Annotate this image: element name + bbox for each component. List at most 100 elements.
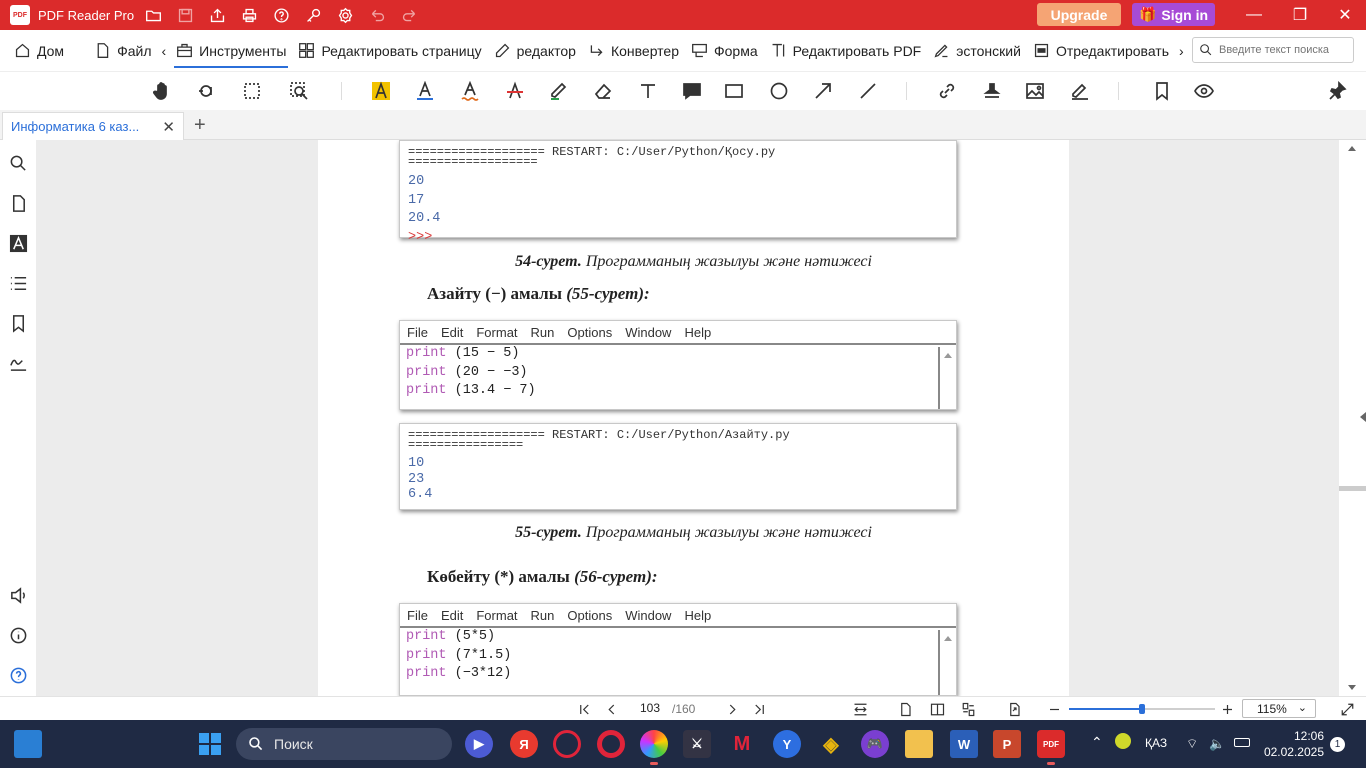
- comment-icon[interactable]: [681, 80, 703, 102]
- close-window-button[interactable]: ✕: [1322, 0, 1366, 30]
- rectangle-icon[interactable]: [723, 80, 745, 102]
- squiggly-text-icon[interactable]: [459, 80, 481, 102]
- menu-tools[interactable]: Инструменты: [170, 30, 292, 72]
- game-controller-icon[interactable]: 🎮: [861, 730, 889, 758]
- area-select-icon[interactable]: [241, 80, 263, 102]
- menu-sign[interactable]: эстонский: [927, 30, 1027, 72]
- menu-form[interactable]: Форма: [685, 30, 764, 72]
- opera-gx-icon[interactable]: [553, 730, 581, 758]
- open-folder-icon[interactable]: [144, 6, 162, 24]
- continuous-scroll-icon[interactable]: [960, 701, 976, 717]
- info-icon[interactable]: [8, 625, 28, 645]
- page-number-input[interactable]: 103: [632, 701, 668, 715]
- document-tab[interactable]: Информатика 6 каз... ✕: [2, 112, 184, 140]
- colorful-app-icon[interactable]: [640, 730, 668, 765]
- settings-icon[interactable]: [336, 6, 354, 24]
- print-icon[interactable]: [240, 6, 258, 24]
- menu-file[interactable]: Файл: [88, 30, 157, 72]
- next-page-icon[interactable]: [724, 701, 740, 717]
- underline-text-icon[interactable]: [414, 80, 436, 102]
- file-explorer-icon[interactable]: [905, 730, 933, 758]
- last-page-icon[interactable]: [751, 701, 767, 717]
- yandex-browser-icon[interactable]: Я: [510, 730, 538, 758]
- menu-edit-pdf[interactable]: Редактировать PDF: [764, 30, 928, 72]
- two-page-icon[interactable]: [929, 701, 945, 717]
- highlight-icon[interactable]: [370, 80, 392, 102]
- fit-width-icon[interactable]: [852, 701, 868, 717]
- battery-icon[interactable]: [1234, 738, 1250, 747]
- arrow-icon[interactable]: [812, 80, 834, 102]
- pen-icon[interactable]: [548, 80, 570, 102]
- upgrade-button[interactable]: Upgrade: [1037, 3, 1121, 26]
- tanks-game-icon[interactable]: ⚔: [683, 730, 711, 758]
- language-indicator[interactable]: ҚАЗ: [1145, 736, 1167, 750]
- first-page-icon[interactable]: [576, 701, 592, 717]
- select-text-icon[interactable]: [196, 80, 218, 102]
- search-input[interactable]: [1219, 44, 1349, 56]
- fonts-icon[interactable]: [8, 233, 28, 253]
- zoom-in-icon[interactable]: [1219, 701, 1235, 717]
- search-box[interactable]: [1192, 37, 1354, 63]
- chevron-right-icon[interactable]: ›: [1175, 30, 1188, 72]
- key-icon[interactable]: [304, 6, 322, 24]
- menu-redact[interactable]: Отредактировать: [1027, 30, 1175, 72]
- scroll-down-icon[interactable]: [1348, 685, 1356, 690]
- bookmark-icon[interactable]: [1151, 80, 1173, 102]
- close-tab-icon[interactable]: ✕: [162, 118, 175, 136]
- eye-icon[interactable]: [1193, 80, 1215, 102]
- mega-app-icon[interactable]: M: [728, 730, 756, 758]
- zoom-level-select[interactable]: 115% ⌄: [1242, 699, 1316, 718]
- bookmark-icon[interactable]: [8, 313, 28, 333]
- outline-icon[interactable]: [8, 273, 28, 293]
- menu-editor[interactable]: редактор: [488, 30, 582, 72]
- clock[interactable]: 12:06 02.02.2025: [1262, 728, 1324, 760]
- save-icon[interactable]: [176, 6, 194, 24]
- single-page-icon[interactable]: [897, 701, 913, 717]
- wifi-icon[interactable]: ⌔: [1186, 736, 1198, 752]
- binance-icon[interactable]: ◈: [817, 730, 845, 758]
- undo-icon[interactable]: [368, 6, 386, 24]
- help-icon[interactable]: [272, 6, 290, 24]
- vertical-scrollbar[interactable]: [1339, 140, 1366, 696]
- zoom-slider-knob[interactable]: [1139, 704, 1145, 714]
- maximize-button[interactable]: ❐: [1277, 0, 1323, 30]
- zoom-out-icon[interactable]: [1046, 701, 1062, 717]
- thumbnails-icon[interactable]: [8, 193, 28, 213]
- signatures-icon[interactable]: [8, 353, 28, 373]
- hand-tool-icon[interactable]: [151, 80, 173, 102]
- pdf-reader-pro-icon[interactable]: PDF: [1037, 730, 1065, 765]
- volume-icon[interactable]: 🔈: [1209, 736, 1225, 752]
- meet-app-icon[interactable]: ▶: [465, 730, 493, 758]
- scroll-thumb[interactable]: [1339, 486, 1366, 491]
- zoom-slider[interactable]: [1069, 704, 1215, 714]
- help-icon[interactable]: [8, 665, 28, 685]
- powerpoint-icon[interactable]: P: [993, 730, 1021, 758]
- signature-icon[interactable]: [1069, 80, 1091, 102]
- menu-home[interactable]: Дом: [8, 30, 70, 72]
- notification-badge[interactable]: 1: [1330, 737, 1345, 752]
- tray-app-icon[interactable]: [1115, 733, 1131, 749]
- eraser-icon[interactable]: [592, 80, 614, 102]
- minimize-button[interactable]: —: [1231, 0, 1277, 30]
- menu-converter[interactable]: Конвертер: [582, 30, 685, 72]
- chevron-left-icon[interactable]: ‹: [157, 30, 170, 72]
- previous-page-icon[interactable]: [603, 701, 619, 717]
- widgets-icon[interactable]: [14, 730, 42, 758]
- redo-icon[interactable]: [400, 6, 418, 24]
- start-button[interactable]: [197, 731, 223, 757]
- read-aloud-icon[interactable]: [8, 585, 28, 605]
- word-icon[interactable]: W: [950, 730, 978, 758]
- opera-browser-icon[interactable]: [597, 730, 625, 758]
- line-icon[interactable]: [857, 80, 879, 102]
- link-icon[interactable]: [936, 80, 958, 102]
- stamp-icon[interactable]: [981, 80, 1003, 102]
- zoom-area-icon[interactable]: [288, 80, 310, 102]
- image-icon[interactable]: [1024, 80, 1046, 102]
- sign-in-button[interactable]: 🎁 Sign in: [1132, 3, 1215, 26]
- right-panel-handle[interactable]: [1360, 412, 1366, 422]
- scroll-up-icon[interactable]: [1348, 146, 1356, 151]
- add-tab-icon[interactable]: +: [194, 114, 206, 137]
- pin-icon[interactable]: [1326, 80, 1348, 102]
- search-icon[interactable]: [8, 153, 28, 173]
- text-box-icon[interactable]: [637, 80, 659, 102]
